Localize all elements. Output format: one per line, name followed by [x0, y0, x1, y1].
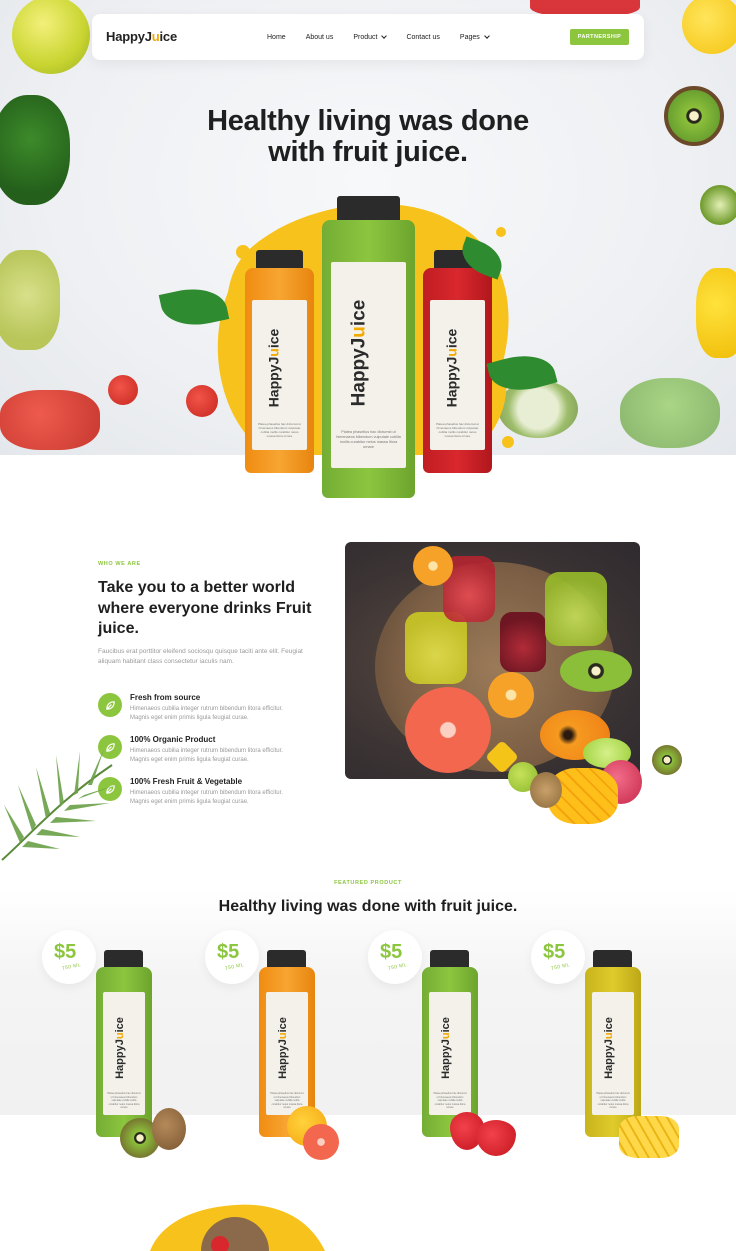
feature-description: Himenaeos cubilia integer rutrum bibendu…	[130, 706, 283, 721]
brand-logo[interactable]: HappyJuice	[106, 29, 177, 44]
product-card[interactable]: $5 750 ML HappyJuice Platea phasellus ha…	[368, 930, 528, 1170]
tomato-image	[108, 375, 138, 405]
grapes-image	[0, 250, 60, 350]
price-badge: $5 750 ML	[531, 930, 585, 984]
nav-menu: Home About us Product Contact us Pages	[267, 14, 509, 60]
kiwi-image	[152, 1108, 186, 1150]
feature-fresh-fruit-vegetable: 100% Fresh Fruit & Vegetable Himenaeos c…	[98, 777, 318, 813]
product-card[interactable]: $5 750 ML HappyJuice Platea phasellus ha…	[205, 930, 365, 1170]
about-description: Faucibus erat porttitor eleifend sociosq…	[98, 648, 303, 665]
product-card[interactable]: $5 750 ML HappyJuice Platea phasellus ha…	[531, 930, 691, 1170]
about-title: Take you to a better world where everyon…	[98, 579, 312, 637]
palm-leaf-image	[1, 749, 116, 861]
price-badge: $5 750 ML	[205, 930, 259, 984]
juice-splash-image	[150, 1204, 325, 1251]
cucumber-image	[700, 185, 736, 225]
grapefruit-image	[303, 1124, 339, 1160]
pepper-image	[0, 390, 100, 450]
strawberry-image	[476, 1120, 516, 1156]
featured-title: Healthy living was done with fruit juice…	[218, 898, 518, 915]
nav-item-home[interactable]: Home	[267, 34, 286, 41]
feature-description: Himenaeos cubilia integer rutrum bibendu…	[130, 748, 283, 763]
feature-title: 100% Organic Product	[130, 735, 216, 744]
partnership-button[interactable]: PARTNERSHIP	[570, 29, 629, 45]
featured-eyebrow: FEATURED PRODUCT	[334, 880, 402, 886]
price: $5	[54, 941, 77, 963]
chevron-down-icon	[381, 33, 388, 39]
hero-title: Healthy living was done with fruit juice.	[207, 105, 529, 168]
price: $5	[217, 941, 240, 963]
nav-item-about[interactable]: About us	[306, 34, 334, 41]
price: $5	[543, 941, 566, 963]
feature-organic-product: 100% Organic Product Himenaeos cubilia i…	[98, 735, 318, 771]
chevron-down-icon	[483, 33, 490, 39]
price-badge: $5 750 ML	[42, 930, 96, 984]
leaf-icon	[98, 693, 122, 717]
feature-description: Himenaeos cubilia integer rutrum bibendu…	[130, 790, 283, 805]
about-eyebrow: WHO WE ARE	[98, 561, 141, 567]
price-badge: $5 750 ML	[368, 930, 422, 984]
yellow-pepper-image	[696, 268, 736, 358]
navbar: HappyJuice Home About us Product Contact…	[92, 14, 644, 60]
product-card[interactable]: $5 750 ML HappyJuice Platea phasellus ha…	[42, 930, 202, 1170]
apple-image	[12, 0, 90, 74]
feature-fresh-from-source: Fresh from source Himenaeos cubilia inte…	[98, 693, 318, 729]
lettuce-image	[620, 378, 720, 448]
price: $5	[380, 941, 403, 963]
pineapple-image	[619, 1116, 679, 1158]
nav-item-contact[interactable]: Contact us	[406, 34, 439, 41]
nav-item-product[interactable]: Product	[353, 33, 388, 41]
feature-title: 100% Fresh Fruit & Vegetable	[130, 777, 243, 786]
lemon-image	[682, 0, 736, 54]
nav-item-pages[interactable]: Pages	[460, 33, 490, 41]
feature-title: Fresh from source	[130, 693, 201, 702]
